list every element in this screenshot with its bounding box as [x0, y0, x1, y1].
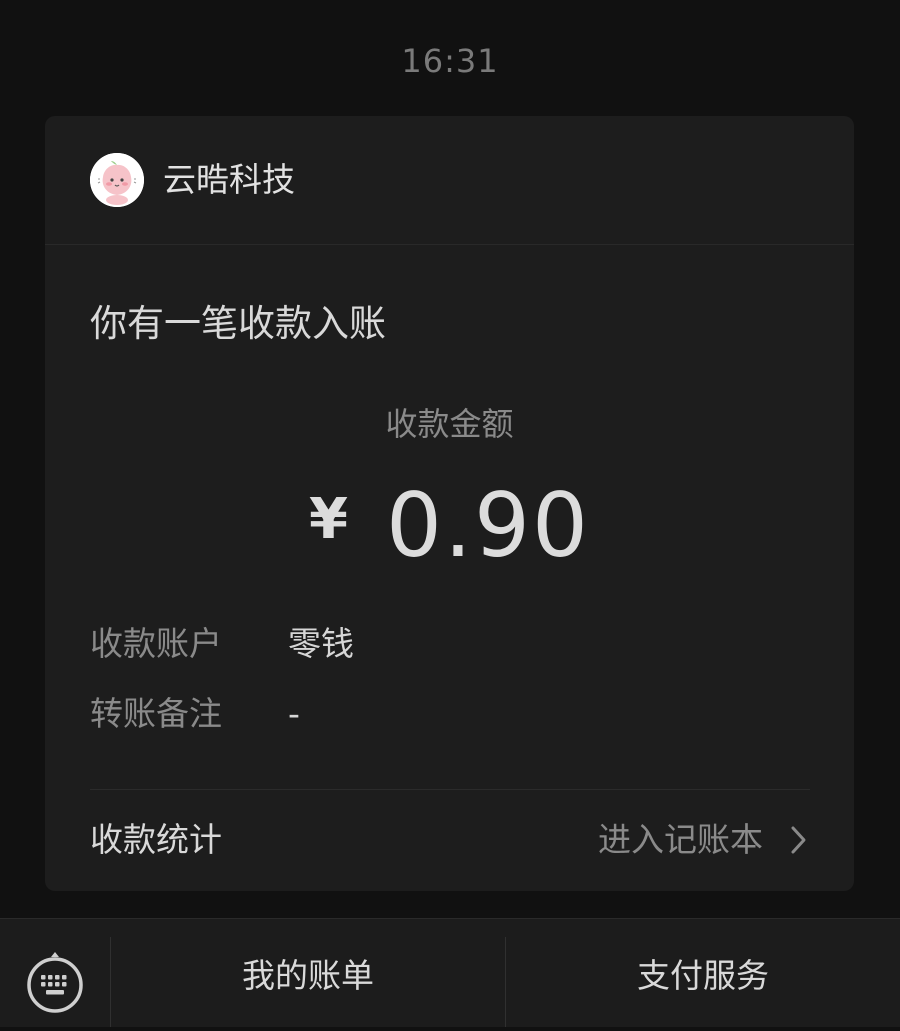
stats-label: 收款统计	[90, 820, 222, 859]
timestamp: 16:31	[401, 42, 499, 80]
menu-my-bills[interactable]: 我的账单	[111, 919, 505, 1027]
menu-label: 支付服务	[637, 956, 769, 995]
divider	[90, 789, 810, 790]
ledger-link-label: 进入记账本	[598, 820, 763, 859]
detail-key: 转账备注	[90, 694, 222, 733]
keyboard-toggle-button[interactable]	[0, 919, 110, 1027]
detail-value: 零钱	[288, 624, 354, 663]
notice-headline: 你有一笔收款入账	[90, 302, 386, 345]
amount-label: 收款金额	[385, 405, 514, 443]
menu-payment-services[interactable]: 支付服务	[506, 919, 900, 1027]
currency-symbol: ¥	[309, 487, 349, 552]
amount-value: 0.90	[386, 474, 590, 577]
merchant-avatar[interactable]	[90, 153, 144, 207]
peach-avatar-icon	[90, 153, 144, 207]
merchant-name[interactable]: 云晧科技	[163, 160, 295, 200]
payment-notice-card[interactable]: 云晧科技 你有一笔收款入账 收款金额 ¥0.90 收款账户 零钱 转账备注 - …	[45, 116, 854, 891]
menu-label: 我的账单	[242, 956, 374, 995]
keyboard-icon	[27, 952, 83, 1013]
detail-value: -	[288, 694, 300, 733]
detail-key: 收款账户	[90, 624, 222, 663]
chevron-right-icon	[791, 826, 806, 854]
amount-display: ¥0.90	[45, 474, 854, 577]
bottom-menu-bar: 我的账单 支付服务	[0, 918, 900, 1027]
card-header[interactable]: 云晧科技	[45, 116, 854, 245]
ledger-link[interactable]: 进入记账本	[598, 820, 809, 860]
